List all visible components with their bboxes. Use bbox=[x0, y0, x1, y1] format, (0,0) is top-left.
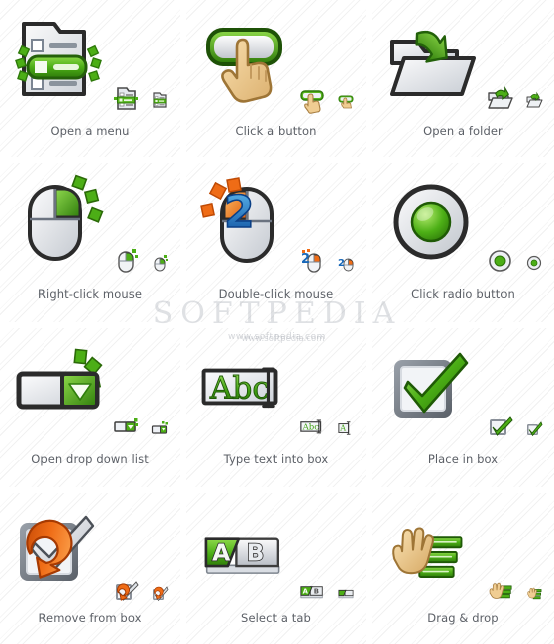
checkbox-checked-icon bbox=[394, 352, 469, 418]
drag-drop-icon bbox=[392, 527, 463, 578]
icon-cell-click-a-button[interactable]: Click a button bbox=[186, 0, 372, 163]
icon-stage bbox=[372, 328, 554, 446]
icon-stage bbox=[0, 493, 180, 611]
icon-cell-open-a-folder[interactable]: Open a folder bbox=[372, 0, 554, 163]
mouse-right-icon-small bbox=[154, 255, 168, 272]
icon-stage bbox=[0, 163, 180, 281]
icon-preview-grid: Open a menu Click a button Open a folder… bbox=[0, 0, 554, 644]
mouse-double-icon-medium: 2 bbox=[301, 249, 321, 273]
tabs-icon-medium: A B bbox=[300, 586, 323, 599]
svg-text:A: A bbox=[339, 424, 346, 433]
mouse-double-icon-small: 2 bbox=[338, 258, 354, 272]
double-click-badge: 2 bbox=[224, 187, 255, 238]
icon-cell-select-a-tab[interactable]: A B A B Select a tab bbox=[186, 493, 372, 644]
textbox-sample-text: Abc bbox=[209, 371, 270, 407]
checkbox-remove-icon-small bbox=[153, 586, 169, 602]
icon-cell-place-in-box[interactable]: Place in box bbox=[372, 328, 554, 493]
icon-label: Right-click mouse bbox=[37, 287, 143, 301]
icon-cell-type-text-into-box[interactable]: Abc Abc A Type text into box bbox=[186, 328, 372, 493]
icon-cell-remove-from-box[interactable]: Remove from box bbox=[0, 493, 186, 644]
svg-text:2: 2 bbox=[338, 258, 345, 269]
icon-cell-open-a-menu[interactable]: Open a menu bbox=[0, 0, 186, 163]
menu-icon-small bbox=[153, 92, 167, 108]
icon-stage: A B A B bbox=[186, 493, 366, 611]
checkbox-remove-icon bbox=[20, 515, 95, 581]
icon-label: Place in box bbox=[427, 452, 499, 466]
button-click-icon-small bbox=[338, 95, 354, 109]
tab-a-label: A bbox=[212, 539, 231, 567]
icon-stage: Abc Abc A bbox=[186, 328, 366, 446]
radio-button-icon-medium bbox=[489, 250, 511, 272]
icon-stage bbox=[0, 0, 180, 118]
svg-text:A: A bbox=[303, 588, 309, 596]
textbox-icon-small: A bbox=[338, 421, 351, 435]
tabs-icon: A B bbox=[204, 537, 280, 574]
icon-stage bbox=[186, 0, 366, 118]
dropdown-icon bbox=[16, 348, 103, 410]
icon-label: Remove from box bbox=[38, 611, 142, 625]
mouse-right-icon bbox=[28, 174, 104, 261]
mouse-right-icon-medium bbox=[118, 249, 138, 273]
menu-icon bbox=[15, 22, 102, 96]
icon-label: Double-click mouse bbox=[218, 287, 334, 301]
drag-drop-icon-medium bbox=[489, 582, 512, 599]
dropdown-icon-medium bbox=[114, 418, 138, 432]
textbox-icon-medium: Abc bbox=[300, 419, 322, 434]
checkbox-checked-icon-medium bbox=[490, 416, 513, 436]
button-click-icon-medium bbox=[300, 90, 324, 114]
icon-label: Select a tab bbox=[241, 611, 311, 625]
icon-stage: 2 2 2 bbox=[186, 163, 366, 281]
icon-label: Open drop down list bbox=[31, 452, 149, 466]
radio-button-icon bbox=[393, 184, 469, 260]
icon-label: Click radio button bbox=[411, 287, 515, 301]
menu-icon-medium bbox=[114, 87, 138, 110]
icon-stage bbox=[372, 0, 554, 118]
tabs-icon-small bbox=[338, 589, 354, 599]
folder-open-icon-small bbox=[526, 91, 543, 108]
icon-stage bbox=[0, 328, 180, 446]
dropdown-icon-small bbox=[151, 421, 168, 434]
icon-cell-open-drop-down-list[interactable]: Open drop down list bbox=[0, 328, 186, 493]
folder-open-icon-medium bbox=[488, 85, 513, 109]
icon-cell-double-click-mouse[interactable]: 2 2 2 Double-click mouse bbox=[186, 163, 372, 328]
icon-label: Click a button bbox=[235, 124, 317, 138]
folder-open-icon bbox=[390, 30, 476, 96]
svg-text:B: B bbox=[314, 588, 319, 596]
checkbox-remove-icon-medium bbox=[116, 581, 139, 601]
checkbox-checked-icon-small bbox=[527, 421, 543, 437]
tab-b-label: B bbox=[247, 539, 265, 567]
icon-cell-drag-and-drop[interactable]: Drag & drop bbox=[372, 493, 554, 644]
icon-cell-click-radio-button[interactable]: Click radio button bbox=[372, 163, 554, 328]
textbox-icon: Abc bbox=[201, 367, 278, 409]
mouse-double-icon: 2 bbox=[200, 177, 274, 263]
icon-stage bbox=[372, 493, 554, 611]
icon-cell-right-click-mouse[interactable]: Right-click mouse bbox=[0, 163, 186, 328]
icon-label: Open a menu bbox=[50, 124, 130, 138]
button-click-icon bbox=[206, 28, 282, 103]
drag-drop-icon-small bbox=[527, 587, 542, 600]
svg-text:2: 2 bbox=[301, 252, 310, 267]
icon-stage bbox=[372, 163, 554, 281]
icon-label: Drag & drop bbox=[427, 611, 499, 625]
svg-text:Abc: Abc bbox=[302, 422, 320, 432]
icon-label: Open a folder bbox=[423, 124, 503, 138]
icon-label: Type text into box bbox=[223, 452, 329, 466]
radio-button-icon-small bbox=[526, 255, 542, 271]
